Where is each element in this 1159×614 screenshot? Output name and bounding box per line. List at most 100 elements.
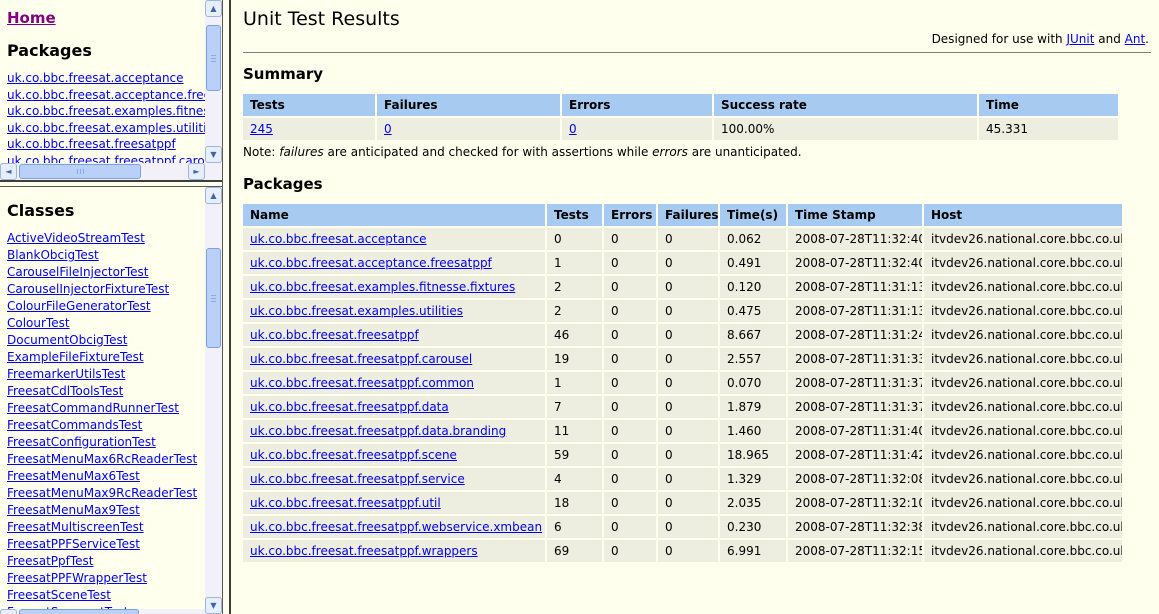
package-timestamp-cell: 2008-07-28T11:31:13 bbox=[788, 300, 922, 322]
package-timestamp-cell: 2008-07-28T11:32:08 bbox=[788, 468, 922, 490]
scroll-up-icon[interactable]: ▲ bbox=[205, 187, 222, 204]
classes-frame-vertical-scrollbar[interactable]: ▲ ▼ bbox=[205, 187, 222, 614]
note-text: Note: failures are anticipated and check… bbox=[243, 145, 1151, 159]
package-host-cell: itvdev26.national.core.bbc.co.uk bbox=[924, 468, 1122, 490]
sidebar-class-link[interactable]: ColourFileGeneratorTest bbox=[7, 298, 205, 315]
package-row: uk.co.bbc.freesat.freesatppf.data 7 0 0 … bbox=[243, 396, 1122, 418]
scroll-left-button[interactable] bbox=[0, 609, 17, 614]
package-link[interactable]: uk.co.bbc.freesat.freesatppf.carousel bbox=[250, 352, 472, 366]
package-link[interactable]: uk.co.bbc.freesat.freesatppf.data.brandi… bbox=[250, 424, 506, 438]
package-errors-cell: 0 bbox=[604, 396, 656, 418]
package-link[interactable]: uk.co.bbc.freesat.freesatppf.scene bbox=[250, 448, 457, 462]
package-timestamp-cell: 2008-07-28T11:31:33 bbox=[788, 348, 922, 370]
sidebar-class-link[interactable]: BlankObcigTest bbox=[7, 247, 205, 264]
package-failures-cell: 0 bbox=[658, 516, 718, 538]
package-time-cell: 2.035 bbox=[720, 492, 786, 514]
package-timestamp-cell: 2008-07-28T11:31:24 bbox=[788, 324, 922, 346]
package-host-cell: itvdev26.national.core.bbc.co.uk bbox=[924, 228, 1122, 250]
scroll-right-icon[interactable]: ► bbox=[188, 163, 205, 180]
scroll-track[interactable] bbox=[205, 17, 222, 146]
scroll-thumb[interactable] bbox=[19, 164, 141, 179]
scroll-up-icon[interactable]: ▲ bbox=[205, 0, 222, 17]
scroll-thumb[interactable] bbox=[206, 25, 221, 91]
package-link[interactable]: uk.co.bbc.freesat.acceptance bbox=[250, 232, 427, 246]
package-row: uk.co.bbc.freesat.examples.fitnesse.fixt… bbox=[243, 276, 1122, 298]
ant-link[interactable]: Ant bbox=[1125, 32, 1146, 46]
packages-frame-vertical-scrollbar[interactable]: ▲ ▼ bbox=[205, 0, 222, 163]
package-tests-cell: 2 bbox=[547, 276, 602, 298]
sidebar-class-link[interactable]: FreesatPpfTest bbox=[7, 553, 205, 570]
scroll-thumb[interactable] bbox=[206, 248, 221, 348]
package-time-cell: 0.230 bbox=[720, 516, 786, 538]
home-link[interactable]: Home bbox=[7, 9, 56, 27]
package-time-cell: 18.965 bbox=[720, 444, 786, 466]
summary-errors-link[interactable]: 0 bbox=[569, 122, 577, 136]
package-tests-cell: 1 bbox=[547, 372, 602, 394]
scroll-track[interactable] bbox=[17, 163, 188, 180]
sidebar-class-link[interactable]: FreemarkerUtilsTest bbox=[7, 366, 205, 383]
sidebar-class-link[interactable]: FreesatMenuMax9RcReaderTest bbox=[7, 485, 205, 502]
sidebar-class-link[interactable]: CarouselInjectorFixtureTest bbox=[7, 281, 205, 298]
sidebar-class-link[interactable]: FreesatMenuMax6RcReaderTest bbox=[7, 451, 205, 468]
summary-tests-link[interactable]: 245 bbox=[250, 122, 273, 136]
frame-border[interactable] bbox=[222, 0, 231, 614]
packages-frame-horizontal-scrollbar[interactable]: ◄ ► bbox=[0, 163, 205, 180]
scroll-left-icon[interactable]: ◄ bbox=[0, 163, 17, 180]
package-link[interactable]: uk.co.bbc.freesat.freesatppf.util bbox=[250, 496, 441, 510]
sidebar-package-link[interactable]: uk.co.bbc.freesat.examples.fitnesse.fixt… bbox=[7, 103, 205, 120]
package-link[interactable]: uk.co.bbc.freesat.acceptance.freesatppf bbox=[250, 256, 492, 270]
sidebar-class-link[interactable]: FreesatPPFWrapperTest bbox=[7, 570, 205, 587]
scroll-track[interactable] bbox=[205, 204, 222, 597]
package-failures-cell: 0 bbox=[658, 420, 718, 442]
credits-suffix: . bbox=[1145, 32, 1149, 46]
package-tests-cell: 11 bbox=[547, 420, 602, 442]
package-row: uk.co.bbc.freesat.freesatppf.wrappers 69… bbox=[243, 540, 1122, 562]
package-link[interactable]: uk.co.bbc.freesat.examples.utilities bbox=[250, 304, 463, 318]
scroll-thumb[interactable] bbox=[19, 609, 139, 614]
package-errors-cell: 0 bbox=[604, 420, 656, 442]
scroll-down-icon[interactable]: ▼ bbox=[205, 597, 222, 614]
package-link[interactable]: uk.co.bbc.freesat.freesatppf.wrappers bbox=[250, 544, 478, 558]
sidebar-class-link[interactable]: FreesatMenuMax9Test bbox=[7, 502, 205, 519]
summary-failures-link[interactable]: 0 bbox=[384, 122, 392, 136]
scroll-down-icon[interactable]: ▼ bbox=[205, 146, 222, 163]
sidebar-package-link[interactable]: uk.co.bbc.freesat.examples.utilities bbox=[7, 120, 205, 137]
sidebar-class-link[interactable]: FreesatPPFServiceTest bbox=[7, 536, 205, 553]
note-errors-em: errors bbox=[652, 145, 688, 159]
junit-link[interactable]: JUnit bbox=[1066, 32, 1094, 46]
sidebar-package-link[interactable]: uk.co.bbc.freesat.freesatppf.carousel bbox=[7, 153, 205, 164]
package-link[interactable]: uk.co.bbc.freesat.freesatppf.common bbox=[250, 376, 474, 390]
sidebar-package-link[interactable]: uk.co.bbc.freesat.acceptance.freesatppf bbox=[7, 87, 205, 104]
sidebar-class-link[interactable]: FreesatMenuMax6Test bbox=[7, 468, 205, 485]
classes-frame-horizontal-scrollbar[interactable] bbox=[0, 609, 205, 614]
package-failures-cell: 0 bbox=[658, 348, 718, 370]
package-time-cell: 1.879 bbox=[720, 396, 786, 418]
package-failures-cell: 0 bbox=[658, 540, 718, 562]
main-frame: Unit Test Results Designed for use with … bbox=[231, 0, 1159, 614]
package-link[interactable]: uk.co.bbc.freesat.examples.fitnesse.fixt… bbox=[250, 280, 515, 294]
sidebar-package-link[interactable]: uk.co.bbc.freesat.freesatppf bbox=[7, 136, 205, 153]
frame-divider[interactable] bbox=[0, 180, 222, 187]
package-link[interactable]: uk.co.bbc.freesat.freesatppf.webservice.… bbox=[250, 520, 542, 534]
summary-errors-cell: 0 bbox=[562, 118, 712, 140]
package-link[interactable]: uk.co.bbc.freesat.freesatppf.service bbox=[250, 472, 465, 486]
packages-col-host: Host bbox=[924, 204, 1122, 226]
sidebar-class-link[interactable]: FreesatCommandsTest bbox=[7, 417, 205, 434]
summary-tests-cell: 245 bbox=[243, 118, 375, 140]
sidebar-class-link[interactable]: DocumentObcigTest bbox=[7, 332, 205, 349]
sidebar-class-link[interactable]: FreesatMultiscreenTest bbox=[7, 519, 205, 536]
sidebar-class-link[interactable]: FreesatSceneTest bbox=[7, 587, 205, 604]
sidebar-package-link[interactable]: uk.co.bbc.freesat.acceptance bbox=[7, 70, 205, 87]
sidebar-class-link[interactable]: FreesatCdlToolsTest bbox=[7, 383, 205, 400]
packages-frame-content: Home Packages uk.co.bbc.freesat.acceptan… bbox=[0, 0, 205, 163]
package-time-cell: 0.070 bbox=[720, 372, 786, 394]
sidebar-class-link[interactable]: CarouselFileInjectorTest bbox=[7, 264, 205, 281]
sidebar-class-link[interactable]: FreesatCommandRunnerTest bbox=[7, 400, 205, 417]
sidebar-class-link[interactable]: ExampleFileFixtureTest bbox=[7, 349, 205, 366]
package-link[interactable]: uk.co.bbc.freesat.freesatppf.data bbox=[250, 400, 449, 414]
sidebar-class-link[interactable]: ActiveVideoStreamTest bbox=[7, 230, 205, 247]
sidebar-class-link[interactable]: FreesatConfigurationTest bbox=[7, 434, 205, 451]
package-link[interactable]: uk.co.bbc.freesat.freesatppf bbox=[250, 328, 419, 342]
sidebar-class-link[interactable]: ColourTest bbox=[7, 315, 205, 332]
package-name-cell: uk.co.bbc.freesat.freesatppf.scene bbox=[243, 444, 545, 466]
